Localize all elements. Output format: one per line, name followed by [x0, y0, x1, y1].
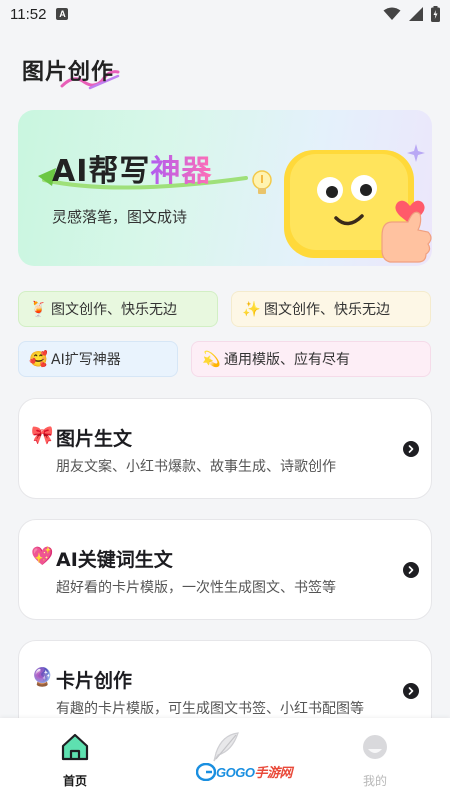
chip-label: 通用模版、应有尽有 — [224, 352, 350, 368]
card-title: 卡片创作 — [56, 670, 133, 692]
watermark-text: GOGO手游网 — [216, 762, 292, 781]
page-title: 图片创作 — [22, 60, 115, 85]
card-description: 超好看的卡片模版，一次性生成图文、书签等 — [56, 580, 336, 596]
page-title-wrap: 图片创作 — [22, 54, 120, 90]
card-ai-keyword-to-text[interactable]: 💖 AI关键词生文 超好看的卡片模版，一次性生成图文、书签等 — [18, 519, 432, 620]
signal-icon — [409, 7, 423, 21]
watermark-gogo: GOGO — [216, 765, 255, 780]
bottom-nav: 首页 我的 — [0, 718, 450, 795]
mascot-illustration — [252, 144, 432, 263]
watermark-site: 手游网 — [254, 765, 292, 780]
ribbon-icon: 🎀 — [31, 425, 54, 446]
nav-mine-label: 我的 — [362, 774, 387, 788]
chevron-right-icon — [403, 562, 419, 578]
nav-mine[interactable]: 我的 — [325, 718, 425, 795]
gogo-logo-icon — [196, 762, 216, 781]
dizzy-star-icon: 💫 — [202, 350, 221, 368]
sparkles-icon: ✨ — [242, 300, 261, 318]
banner-subtitle: 灵感落笔，图文成诗 — [52, 208, 188, 226]
chip-image-creation-2[interactable]: ✨ 图文创作、快乐无边 — [231, 291, 431, 327]
crystal-ball-icon: 🔮 — [31, 667, 54, 688]
nav-create[interactable] — [175, 718, 275, 795]
nav-home-label: 首页 — [62, 774, 87, 788]
sparkling-heart-icon: 💖 — [31, 546, 54, 567]
chevron-right-icon — [403, 441, 419, 457]
banner-title-main: AI帮写 — [52, 154, 151, 189]
wifi-icon — [383, 7, 401, 20]
card-description: 朋友文案、小红书爆款、故事生成、诗歌创作 — [56, 459, 336, 475]
status-time: 11:52 — [10, 5, 47, 23]
chip-label: AI扩写神器 — [51, 352, 121, 368]
chip-label: 图文创作、快乐无边 — [51, 302, 177, 318]
profile-face-icon — [361, 732, 389, 762]
chip-label: 图文创作、快乐无边 — [264, 302, 390, 318]
feather-pen-icon — [208, 732, 242, 762]
chevron-right-icon — [403, 683, 419, 699]
banner-title-highlight: 神器 — [150, 154, 213, 189]
smiling-hearts-face-icon: 🥰 — [29, 350, 48, 368]
notification-icon: A — [56, 8, 69, 20]
status-icons — [383, 6, 440, 22]
chip-templates[interactable]: 💫 通用模版、应有尽有 — [191, 341, 431, 377]
chip-ai-expand[interactable]: 🥰 AI扩写神器 — [18, 341, 178, 377]
battery-icon — [431, 6, 440, 22]
status-bar: 11:52 A — [0, 0, 450, 28]
card-title: AI关键词生文 — [56, 549, 173, 571]
card-title: 图片生文 — [56, 428, 133, 450]
cocktail-icon: 🍹 — [29, 300, 48, 318]
card-description: 有趣的卡片模版，可生成图文书签、小红书配图等 — [56, 701, 364, 717]
home-icon — [60, 732, 90, 762]
nav-home[interactable]: 首页 — [25, 718, 125, 795]
hero-banner[interactable]: AI帮写神器 灵感落笔，图文成诗 — [18, 110, 432, 266]
banner-title: AI帮写神器 — [52, 146, 212, 190]
gogo-watermark: GOGO手游网 — [196, 762, 292, 781]
card-image-to-text[interactable]: 🎀 图片生文 朋友文案、小红书爆款、故事生成、诗歌创作 — [18, 398, 432, 499]
chip-image-creation-1[interactable]: 🍹 图文创作、快乐无边 — [18, 291, 218, 327]
